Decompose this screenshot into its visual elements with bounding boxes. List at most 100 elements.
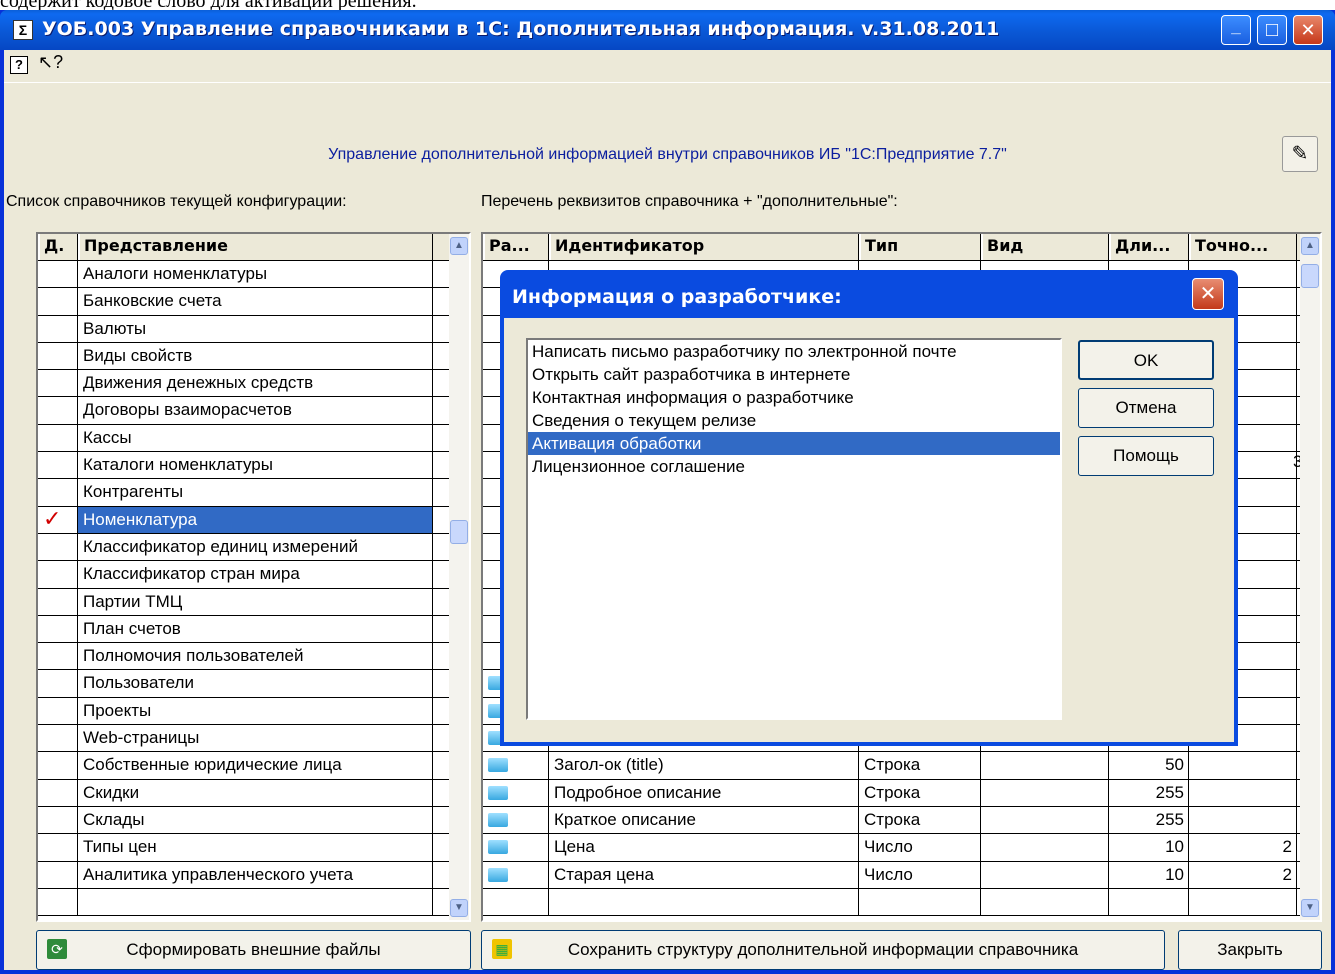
attribute-type-cell[interactable]: Число [859,834,981,861]
catalog-row[interactable]: Полномочия пользователей [38,643,469,671]
catalog-name-cell[interactable]: Партии ТМЦ [78,588,433,615]
app-icon[interactable]: Σ [13,20,33,40]
developer-option-item[interactable]: Написать письмо разработчику по электрон… [528,340,1060,363]
developer-option-item[interactable]: Контактная информация о разработчике [528,386,1060,409]
catalog-name-cell[interactable]: Пользователи [78,670,433,697]
attribute-row[interactable]: Краткое описание Строка 255 [483,806,1320,835]
catalog-name-cell[interactable]: Скидки [78,779,433,806]
attribute-precision-cell[interactable] [1189,779,1297,806]
catalog-name-cell[interactable]: План счетов [78,615,433,643]
scroll-thumb[interactable] [450,520,468,544]
catalog-row[interactable]: Web-страницы [38,725,469,753]
help-icon[interactable]: ? [10,56,28,74]
attribute-identifier-cell[interactable] [549,888,859,916]
attributes-scrollbar[interactable]: ▲ ▼ [1300,234,1320,920]
catalog-name-cell[interactable]: Номенклатура [78,506,433,533]
catalog-name-cell[interactable]: Типы цен [78,834,433,861]
attribute-type-cell[interactable]: Строка [859,779,981,806]
catalog-name-cell[interactable]: Аналитика управленческого учета [78,861,433,888]
developer-option-item[interactable]: Сведения о текущем релизе [528,409,1060,432]
catalog-flag-cell[interactable] [38,479,78,506]
attribute-row[interactable]: Цена Число 10 2 [483,834,1320,862]
attribute-row[interactable]: Подробное описание Строка 255 [483,779,1320,807]
catalog-row[interactable]: Валюты [38,315,469,343]
catalog-row[interactable]: Типы цен [38,834,469,862]
scroll-thumb[interactable] [1301,264,1319,288]
catalog-flag-cell[interactable] [38,697,78,725]
column-header-section[interactable]: Ра... [483,234,549,260]
catalogs-grid[interactable]: Д. Представление Аналоги номенклатуры Бан… [36,232,471,922]
catalog-row[interactable]: Кассы [38,424,469,453]
attribute-precision-cell[interactable]: 2 [1189,834,1297,861]
attribute-precision-cell[interactable] [1189,806,1297,834]
attribute-kind-cell[interactable] [981,752,1109,779]
catalog-name-cell[interactable]: Валюты [78,315,433,342]
catalog-name-cell[interactable]: Виды свойств [78,342,433,370]
attribute-identifier-cell[interactable]: Подробное описание [549,779,859,806]
column-header-name[interactable]: Представление [78,234,433,260]
column-header-type[interactable]: Тип [859,234,981,260]
attribute-length-cell[interactable]: 50 [1109,752,1189,779]
attribute-type-cell[interactable]: Число [859,861,981,888]
dialog-help-button[interactable]: Помощь [1078,436,1214,476]
whats-this-icon[interactable]: ↖? [38,52,63,73]
attribute-type-cell[interactable] [859,888,981,916]
catalog-name-cell[interactable]: Контрагенты [78,479,433,506]
catalog-row[interactable]: Контрагенты [38,479,469,507]
catalog-row[interactable]: Пользователи [38,670,469,698]
catalog-flag-cell[interactable] [38,342,78,370]
attribute-length-cell[interactable]: 255 [1109,806,1189,834]
catalog-row[interactable]: Аналитика управленческого учета [38,861,469,889]
catalog-flag-cell[interactable] [38,261,78,288]
dialog-cancel-button[interactable]: Отмена [1078,388,1214,428]
attribute-section-cell[interactable] [483,779,549,806]
title-bar[interactable]: Σ УОБ.003 Управление справочниками в 1С:… [0,10,1335,50]
close-button[interactable]: ✕ [1293,15,1323,45]
catalog-name-cell[interactable]: Каталоги номенклатуры [78,452,433,479]
catalog-name-cell[interactable]: Собственные юридические лица [78,752,433,779]
catalog-name-cell[interactable]: Классификатор стран мира [78,561,433,588]
catalog-flag-cell[interactable] [38,806,78,834]
catalog-row[interactable]: Каталоги номенклатуры [38,452,469,480]
catalog-flag-cell[interactable] [38,588,78,615]
catalog-name-cell[interactable]: Проекты [78,697,433,725]
attribute-row[interactable] [483,888,1320,917]
attribute-section-cell[interactable] [483,806,549,834]
generate-files-button[interactable]: ⟳ Сформировать внешние файлы [36,930,471,970]
attribute-kind-cell[interactable] [981,834,1109,861]
save-structure-button[interactable]: ▦ Сохранить структуру дополнительной инф… [481,930,1165,970]
attribute-precision-cell[interactable]: 2 [1189,861,1297,888]
catalog-flag-cell[interactable] [38,643,78,670]
attribute-length-cell[interactable]: 10 [1109,861,1189,888]
catalog-flag-cell[interactable] [38,533,78,561]
catalog-flag-cell[interactable] [38,424,78,452]
catalog-name-cell[interactable]: Классификатор единиц измерений [78,533,433,561]
attribute-section-cell[interactable] [483,888,549,916]
catalog-row[interactable]: Партии ТМЦ [38,588,469,616]
attribute-section-cell[interactable] [483,861,549,888]
catalog-row[interactable]: План счетов [38,615,469,644]
catalog-flag-cell[interactable] [38,725,78,752]
attribute-section-cell[interactable] [483,752,549,779]
catalog-row[interactable]: Аналоги номенклатуры [38,261,469,289]
minimize-button[interactable]: _ [1221,15,1251,45]
catalog-name-cell[interactable]: Аналоги номенклатуры [78,261,433,288]
attribute-section-cell[interactable] [483,834,549,861]
catalog-flag-cell[interactable] [38,861,78,888]
attribute-type-cell[interactable]: Строка [859,806,981,834]
catalog-flag-cell[interactable] [38,561,78,588]
catalog-flag-cell[interactable] [38,670,78,697]
column-header-length[interactable]: Дли... [1109,234,1189,260]
catalog-row[interactable]: Классификатор единиц измерений [38,533,469,562]
column-header-precision[interactable]: Точно... [1189,234,1297,260]
catalog-name-cell[interactable]: Полномочия пользователей [78,643,433,670]
attribute-kind-cell[interactable] [981,779,1109,806]
catalog-row[interactable]: Виды свойств [38,342,469,371]
scroll-down-icon[interactable]: ▼ [1301,899,1319,917]
checkmark-icon[interactable]: ✓ [38,506,78,533]
attribute-precision-cell[interactable] [1189,888,1297,916]
dialog-close-button[interactable]: ✕ [1192,278,1224,310]
column-header-kind[interactable]: Вид [981,234,1109,260]
attribute-type-cell[interactable]: Строка [859,752,981,779]
attribute-kind-cell[interactable] [981,861,1109,888]
